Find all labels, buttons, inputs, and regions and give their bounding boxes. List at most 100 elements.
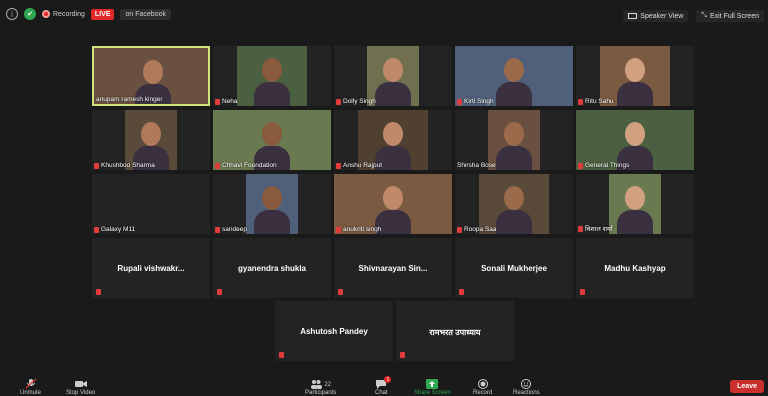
share-screen-icon — [426, 379, 439, 389]
participant-face — [504, 122, 524, 146]
participant-name: Anshu Rajput — [343, 162, 383, 169]
participant-name-tag: Ritu Sahu — [578, 98, 614, 105]
exit-fullscreen-label: Exit Full Screen — [709, 12, 759, 20]
participant-video — [576, 110, 694, 170]
participant-face — [625, 122, 645, 146]
participant-face — [383, 122, 403, 146]
participant-tile[interactable]: Anshu Rajput — [334, 110, 452, 170]
participant-name: Rupali vishwakr... — [117, 264, 185, 273]
participant-tile[interactable]: Ritu Sahu — [576, 46, 694, 106]
participant-name-tag: General Things — [578, 162, 629, 169]
mic-muted-icon — [215, 162, 220, 169]
view-controls: Speaker View ⤡ Exit Full Screen — [623, 10, 764, 22]
share-screen-button[interactable]: Share Screen — [414, 379, 451, 396]
participant-name: anukriti singh — [343, 226, 382, 233]
participant-name-tag: Dolly Singh — [336, 98, 376, 105]
exit-fullscreen-button[interactable]: ⤡ Exit Full Screen — [696, 10, 764, 22]
participant-tile[interactable]: Ashutosh Pandey — [275, 301, 393, 361]
participant-face — [383, 58, 403, 82]
participant-tile[interactable]: रामभरत उपाध्याय — [396, 301, 514, 361]
meeting-toolbar: Unmute Stop Video 22 Participants 1 Chat — [0, 374, 768, 396]
participant-face — [262, 58, 282, 82]
participant-face — [143, 60, 163, 84]
participants-button[interactable]: 22 Participants — [305, 379, 336, 396]
participant-video — [600, 46, 670, 106]
chat-label: Chat — [375, 390, 388, 396]
participant-name-tag: sandeep — [215, 226, 247, 233]
mic-muted-icon — [217, 289, 222, 295]
participants-icon — [311, 380, 323, 389]
participant-name-tag: anupam ramesh kinger — [96, 96, 162, 103]
participant-body — [254, 210, 290, 234]
participant-tile[interactable]: Sonali Mukherjee — [455, 238, 573, 298]
participant-body — [617, 210, 653, 234]
participant-tile[interactable]: Dolly Singh — [334, 46, 452, 106]
speaker-view-button[interactable]: Speaker View — [623, 10, 689, 22]
participant-face — [504, 186, 524, 210]
security-shield-icon[interactable]: ✔ — [24, 8, 36, 20]
participant-face — [625, 186, 645, 210]
info-icon[interactable]: i — [6, 8, 18, 20]
participant-video — [125, 110, 177, 170]
mic-muted-icon — [215, 98, 220, 105]
participant-name-tag: विशाल शर्मा — [578, 224, 613, 233]
video-camera-icon — [74, 381, 87, 387]
participant-tile[interactable]: anupam ramesh kinger — [92, 46, 210, 106]
stop-video-button[interactable]: Stop Video — [66, 379, 95, 396]
reactions-smiley-icon — [521, 379, 532, 389]
participant-video — [367, 46, 419, 106]
participant-name: Chhavi Foundation — [222, 162, 277, 169]
mic-muted-icon — [457, 98, 462, 105]
mic-muted-icon — [578, 162, 583, 169]
recording-dot-icon — [42, 10, 50, 18]
participant-tile[interactable]: Shivnarayan Sin... — [334, 238, 452, 298]
leave-button[interactable]: Leave — [730, 380, 764, 393]
participant-face — [383, 186, 403, 210]
participant-name: gyanendra shukla — [237, 264, 307, 273]
participant-tile[interactable]: Shirsha Bose — [455, 110, 573, 170]
participants-label: Participants — [305, 390, 337, 396]
participant-body — [254, 82, 290, 106]
record-button[interactable]: Record — [473, 379, 492, 396]
participant-tile[interactable]: General Things — [576, 110, 694, 170]
participant-name: रामभरत उपाध्याय — [429, 328, 481, 337]
participant-tile[interactable]: anukriti singh — [334, 174, 452, 234]
participant-tile[interactable]: sandeep — [213, 174, 331, 234]
unmute-button[interactable]: Unmute — [20, 379, 41, 396]
live-destination[interactable]: on Facebook — [120, 8, 171, 20]
participant-body — [496, 82, 532, 106]
participant-tile[interactable]: Rupali vishwakr... — [92, 238, 210, 298]
participant-name: Kirti Singh — [464, 98, 494, 105]
participant-name: Shirsha Bose — [457, 162, 496, 169]
participant-name-tag: Galaxy M11 — [94, 226, 135, 233]
participant-tile[interactable]: Neha — [213, 46, 331, 106]
live-badge[interactable]: LIVE — [90, 8, 115, 20]
mic-muted-icon — [459, 289, 464, 295]
participants-count: 22 — [324, 381, 332, 388]
chat-button[interactable]: 1 Chat — [375, 376, 392, 396]
recording-label: Recording — [53, 10, 85, 18]
participant-name: Ashutosh Pandey — [300, 327, 368, 336]
chat-badge: 1 — [384, 376, 392, 383]
participant-tile[interactable]: विशाल शर्मा — [576, 174, 694, 234]
participant-body — [496, 146, 532, 170]
participant-tile[interactable]: Kirti Singh — [455, 46, 573, 106]
participant-tile[interactable]: Chhavi Foundation — [213, 110, 331, 170]
reactions-label: Reactions — [513, 390, 540, 396]
participant-tile[interactable]: Galaxy M11 — [92, 174, 210, 234]
mic-muted-icon — [215, 226, 220, 233]
participant-tile[interactable]: Khushboo Sharma — [92, 110, 210, 170]
participant-name: Neha — [222, 98, 238, 105]
participant-tile[interactable]: gyanendra shukla — [213, 238, 331, 298]
participant-tile[interactable]: Roopa Saa — [455, 174, 573, 234]
participant-name-tag: Chhavi Foundation — [215, 162, 277, 169]
participant-video — [246, 174, 298, 234]
record-icon — [477, 379, 488, 389]
participant-name: sandeep — [222, 226, 247, 233]
participant-face — [141, 122, 161, 146]
participant-name: Madhu Kashyap — [604, 264, 666, 273]
participant-tile[interactable]: Madhu Kashyap — [576, 238, 694, 298]
reactions-button[interactable]: Reactions — [513, 379, 540, 396]
mic-muted-icon — [338, 289, 343, 295]
mic-muted-icon — [457, 226, 462, 233]
